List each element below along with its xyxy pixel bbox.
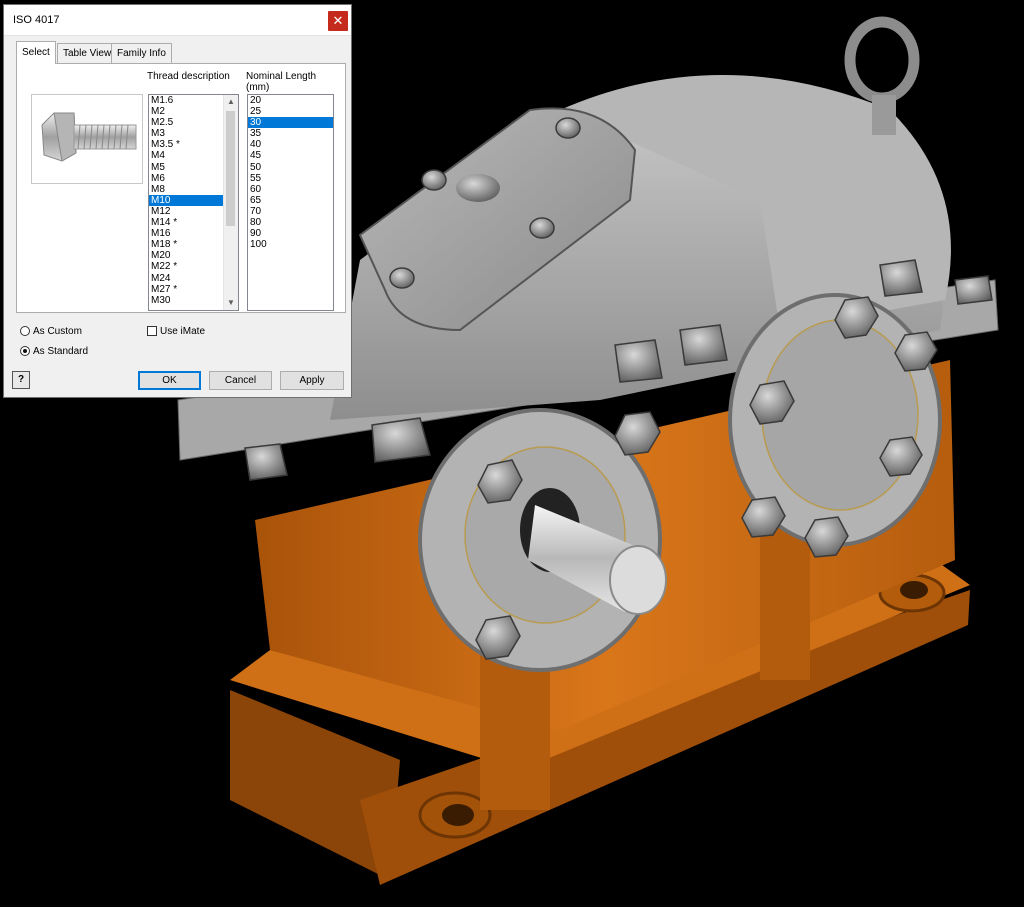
use-imate-checkbox[interactable]	[147, 326, 157, 336]
nominal-length-unit: (mm)	[246, 82, 270, 93]
bolt	[371, 417, 431, 463]
title-bar[interactable]: ISO 4017 ✕	[4, 5, 351, 36]
thread-list-scrollbar[interactable]: ▲ ▼	[223, 95, 238, 310]
nominal-length-label-line1: Nominal Length	[246, 71, 317, 82]
as-custom-label: As Custom	[33, 326, 82, 337]
nominal-length-list-item[interactable]: 65	[248, 195, 333, 206]
use-imate-option[interactable]: Use iMate	[147, 325, 205, 338]
nominal-length-list-item[interactable]: 80	[248, 217, 333, 228]
nominal-length-list-item[interactable]: 30	[248, 117, 333, 129]
as-standard-option[interactable]: As Standard	[20, 345, 88, 358]
lid-bolt	[421, 169, 447, 191]
apply-button[interactable]: Apply	[280, 371, 344, 390]
nominal-length-list-item[interactable]: 60	[248, 184, 333, 195]
select-tab-panel: Thread description M1.6 M2 M2.5 M3 M3.5 * M4 M…	[16, 63, 346, 313]
bolt	[614, 339, 663, 383]
nominal-length-list-item[interactable]: 55	[248, 173, 333, 184]
lid-bolt	[555, 117, 581, 139]
nominal-length-list-item[interactable]: 35	[248, 128, 333, 139]
nominal-length-list-item[interactable]: 70	[248, 206, 333, 217]
lid-bolt	[389, 267, 415, 289]
breather-cap	[456, 174, 500, 202]
tab-select[interactable]: Select	[16, 41, 56, 64]
nominal-length-list-item[interactable]: 90	[248, 228, 333, 239]
lifting-eye-stem	[872, 95, 896, 135]
as-standard-radio[interactable]	[20, 346, 30, 356]
thread-description-label: Thread description	[147, 71, 230, 82]
nominal-length-list[interactable]: 20 25 30 35 40 45 50 55 60 65 70 80 90 100	[247, 94, 334, 311]
nominal-length-list-item[interactable]: 25	[248, 106, 333, 117]
scroll-up-icon[interactable]: ▲	[224, 95, 238, 109]
scroll-down-icon[interactable]: ▼	[224, 296, 238, 310]
ok-button[interactable]: OK	[138, 371, 201, 390]
tab-table-view[interactable]: Table View	[57, 43, 118, 63]
nominal-length-list-item[interactable]: 40	[248, 139, 333, 150]
lid-bolt	[529, 217, 555, 239]
as-custom-radio[interactable]	[20, 326, 30, 336]
thread-description-list[interactable]: M1.6 M2 M2.5 M3 M3.5 * M4 M5 M6 M8 M10 M12 M14 * M16…	[148, 94, 239, 311]
base-hole-right-inner	[900, 581, 928, 599]
dialog-title: ISO 4017	[13, 14, 60, 26]
bolt	[244, 443, 288, 481]
bolt	[679, 324, 728, 366]
iso-4017-dialog: ISO 4017 ✕ Select Table View Family Info	[3, 4, 352, 398]
bolt-preview-icon	[31, 94, 143, 184]
as-custom-option[interactable]: As Custom	[20, 325, 82, 338]
help-icon[interactable]: ?	[12, 371, 30, 389]
bolt	[879, 259, 923, 297]
nominal-length-list-item[interactable]: 20	[248, 95, 333, 106]
bolt	[954, 275, 993, 305]
use-imate-label: Use iMate	[160, 326, 206, 337]
lifting-eye	[844, 16, 920, 104]
nominal-length-list-item[interactable]: 45	[248, 150, 333, 161]
cancel-button[interactable]: Cancel	[209, 371, 272, 390]
close-icon[interactable]: ✕	[328, 11, 348, 31]
as-standard-label: As Standard	[33, 346, 89, 357]
base-hole-front-inner	[442, 804, 474, 826]
nominal-length-list-item[interactable]: 100	[248, 239, 333, 250]
nominal-length-label: Nominal Length (mm)	[246, 71, 316, 93]
scroll-thumb[interactable]	[226, 111, 235, 226]
tab-family-info[interactable]: Family Info	[111, 43, 172, 63]
shaft-end	[609, 545, 667, 615]
nominal-length-list-item[interactable]: 50	[248, 162, 333, 173]
